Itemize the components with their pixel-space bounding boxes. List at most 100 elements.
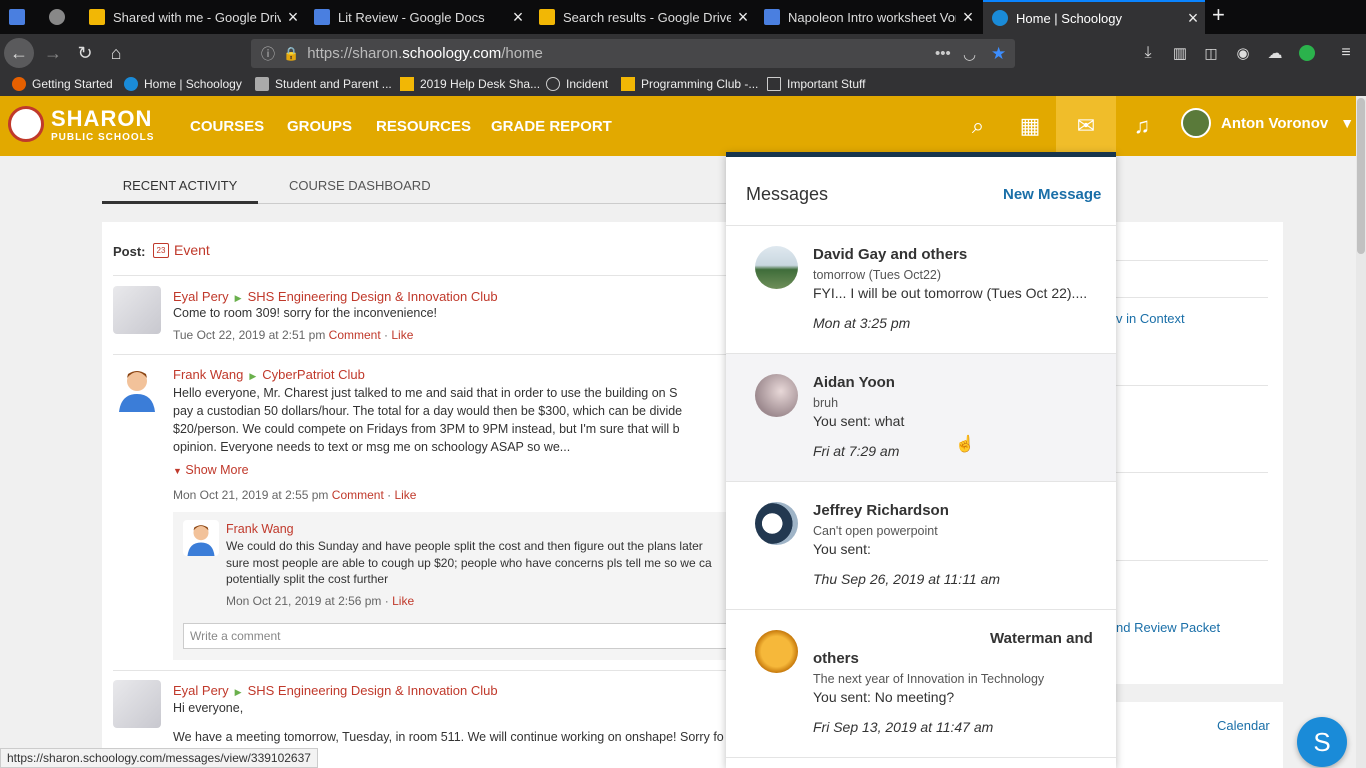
tab-shared-drive[interactable]: Shared with me - Google Drive × — [80, 0, 305, 34]
avatar[interactable] — [113, 680, 161, 728]
post-event-button[interactable]: 23 Event — [153, 242, 210, 258]
tab-pinned-2[interactable] — [40, 0, 80, 34]
calendar-icon[interactable]: ▦ — [1004, 96, 1056, 156]
close-icon[interactable]: × — [1181, 8, 1205, 29]
post-group[interactable]: SHS Engineering Design & Innovation Club — [248, 289, 498, 304]
account-icon[interactable]: ◉ — [1228, 38, 1258, 68]
tab-docs-pinned[interactable] — [0, 0, 40, 34]
view-in-context-link[interactable]: v in Context — [1116, 311, 1185, 326]
tab-recent-activity[interactable]: RECENT ACTIVITY — [102, 178, 258, 204]
nav-groups[interactable]: GROUPS — [287, 118, 352, 135]
comment-line: sure most people are able to cough up $2… — [226, 556, 712, 570]
post-author[interactable]: Eyal Pery — [173, 289, 229, 304]
docs-icon — [764, 9, 780, 25]
scrollbar-thumb[interactable] — [1357, 98, 1365, 254]
post-label: Post: — [113, 244, 146, 259]
search-icon[interactable]: ⌕ — [952, 96, 1004, 156]
forward-button[interactable]: → — [38, 38, 68, 68]
event-label: Event — [174, 242, 210, 258]
message-sender: David Gay and others — [813, 246, 968, 263]
tab-schoology-home[interactable]: Home | Schoology × — [983, 0, 1205, 34]
extension-icon[interactable]: ☁ — [1260, 38, 1290, 68]
new-tab-button[interactable]: + — [1212, 2, 1225, 28]
post-body-line: opinion. Everyone needs to text or msg m… — [173, 440, 571, 454]
bookmark-item[interactable]: Home | Schoology — [124, 72, 242, 96]
downloads-icon[interactable]: ⤓ — [1133, 38, 1163, 68]
extension-green-icon[interactable] — [1292, 38, 1322, 68]
post-header: Eyal Pery ▶ SHS Engineering Design & Innov… — [173, 289, 498, 304]
message-item[interactable]: Jeffrey Richardson Can't open powerpoint… — [726, 482, 1116, 610]
nav-resources[interactable]: RESOURCES — [376, 118, 471, 135]
bookmark-item[interactable]: Getting Started — [12, 72, 113, 96]
message-preview: You sent: No meeting? — [813, 689, 955, 705]
like-link[interactable]: Like — [394, 488, 416, 502]
post-meta: Mon Oct 21, 2019 at 2:55 pm Comment · Li… — [173, 488, 417, 502]
calendar-link[interactable]: Calendar — [1217, 718, 1270, 733]
divider — [113, 670, 730, 671]
close-icon[interactable]: × — [731, 7, 755, 28]
school-seal-logo[interactable] — [8, 106, 44, 142]
pocket-icon[interactable]: ◡ — [963, 45, 976, 63]
library-icon[interactable]: ▥ — [1165, 38, 1195, 68]
sidebar-icon[interactable]: ◫ — [1196, 38, 1226, 68]
message-item[interactable]: Waterman and others The next year of Inn… — [726, 610, 1116, 758]
comment-link[interactable]: Comment — [329, 328, 381, 342]
nav-courses[interactable]: COURSES — [190, 118, 264, 135]
close-icon[interactable]: × — [506, 7, 530, 28]
bookmark-item[interactable]: Student and Parent ... — [255, 72, 392, 96]
post-group[interactable]: CyberPatriot Club — [262, 367, 365, 382]
more-icon[interactable]: ••• — [935, 45, 951, 62]
schoology-icon — [992, 10, 1008, 26]
messages-icon[interactable]: ✉ — [1056, 96, 1116, 156]
review-packet-link[interactable]: nd Review Packet — [1116, 620, 1220, 635]
tab-lit-review[interactable]: Lit Review - Google Docs × — [305, 0, 530, 34]
post-author[interactable]: Eyal Pery — [173, 683, 229, 698]
show-more-link[interactable]: ▼ Show More — [173, 463, 249, 477]
menu-icon[interactable]: ≡ — [1331, 38, 1361, 68]
like-link[interactable]: Like — [391, 328, 413, 342]
user-menu[interactable]: Anton Voronov ▼ — [1181, 108, 1354, 138]
school-logo-text[interactable]: SHARON PUBLIC SCHOOLS — [51, 108, 154, 143]
bookmark-item[interactable]: Incident — [546, 72, 608, 96]
new-message-button[interactable]: New Message — [1003, 186, 1101, 203]
bookmark-item[interactable]: Programming Club -... — [621, 72, 758, 96]
avatar — [1181, 108, 1211, 138]
close-icon[interactable]: × — [281, 7, 305, 28]
back-button[interactable]: ← — [4, 38, 34, 68]
home-button[interactable]: ⌂ — [101, 38, 131, 68]
bookmark-item[interactable]: 2019 Help Desk Sha... — [400, 72, 540, 96]
post-body-line: $20/person. We could compete on Fridays … — [173, 422, 680, 436]
schoology-assistant-button[interactable]: S — [1297, 717, 1347, 767]
calendar-icon: 23 — [153, 242, 169, 258]
notifications-bell-icon[interactable]: ♫ — [1116, 96, 1168, 156]
like-link[interactable]: Like — [392, 594, 414, 608]
comment-link[interactable]: Comment — [332, 488, 384, 502]
bookmark-folder[interactable]: Important Stuff — [767, 72, 866, 96]
message-sender-line2: others — [813, 650, 859, 667]
info-icon[interactable]: ⓘ — [261, 44, 277, 64]
folder-icon — [767, 77, 781, 91]
reload-button[interactable]: ↻ — [70, 38, 100, 68]
message-item[interactable]: Aidan Yoon bruh You sent: what Fri at 7:… — [726, 354, 1116, 482]
close-icon[interactable]: × — [956, 7, 980, 28]
tab-title: Shared with me - Google Drive — [113, 9, 281, 25]
comment-author[interactable]: Frank Wang — [226, 522, 294, 536]
nav-grade-report[interactable]: GRADE REPORT — [491, 118, 612, 135]
tab-napoleon[interactable]: Napoleon Intro worksheet Voro × — [755, 0, 980, 34]
message-item[interactable]: David Gay and others tomorrow (Tues Oct2… — [726, 226, 1116, 354]
bookmark-star-icon[interactable]: ★ — [991, 44, 1006, 64]
url-bar[interactable]: ⓘ 🔒 https://sharon.schoology.com/home ••… — [251, 39, 1015, 68]
page-scrollbar[interactable] — [1356, 96, 1366, 768]
avatar[interactable] — [113, 364, 161, 412]
avatar[interactable] — [113, 286, 161, 334]
avatar[interactable] — [183, 520, 219, 556]
write-comment-input[interactable]: Write a comment — [183, 623, 730, 649]
tab-search-drive[interactable]: Search results - Google Drive × — [530, 0, 755, 34]
post-group[interactable]: SHS Engineering Design & Innovation Club — [248, 683, 498, 698]
post-author[interactable]: Frank Wang — [173, 367, 243, 382]
post-meta: Tue Oct 22, 2019 at 2:51 pm Comment · Li… — [173, 328, 414, 342]
message-subject: The next year of Innovation in Technolog… — [813, 672, 1045, 686]
schoology-icon — [124, 77, 138, 91]
tab-course-dashboard[interactable]: COURSE DASHBOARD — [289, 178, 431, 193]
divider — [1116, 472, 1268, 473]
